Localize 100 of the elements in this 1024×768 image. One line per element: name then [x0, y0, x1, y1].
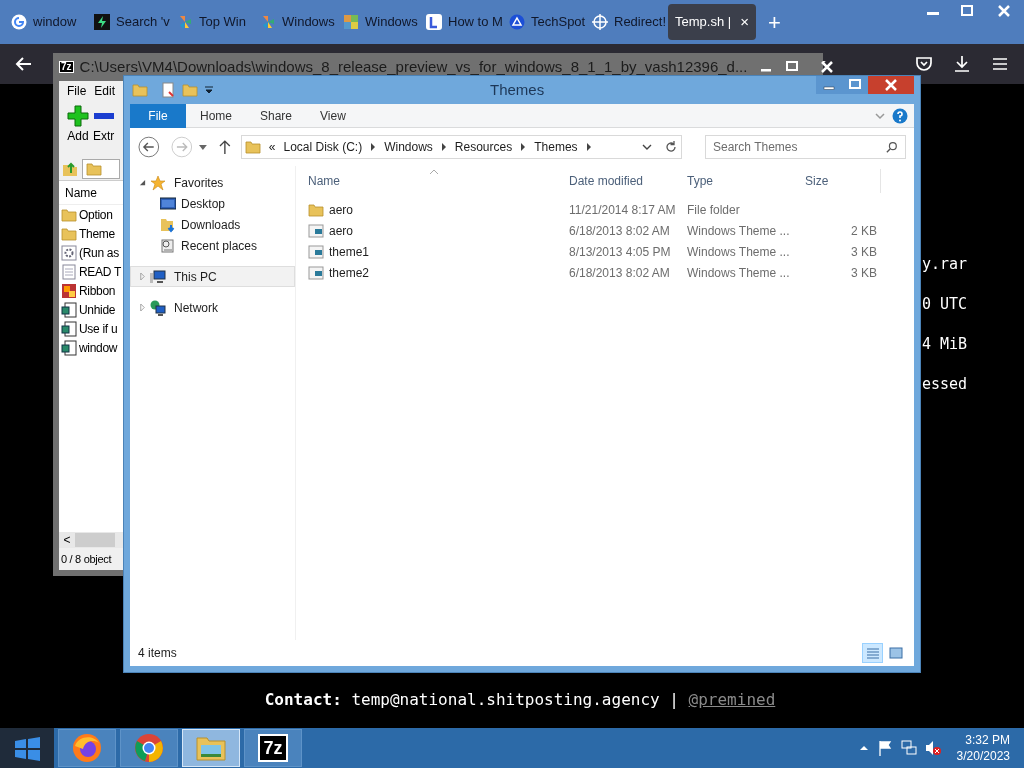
address-bar[interactable]: « Local Disk (C:) Windows Resources Themes [240, 135, 682, 159]
date-cell-text: 11/21/2014 8:17 AM [568, 201, 677, 219]
help-icon[interactable] [892, 107, 908, 124]
expanded-arrow-icon[interactable] [139, 179, 146, 186]
properties-icon[interactable] [160, 82, 176, 98]
search-field[interactable]: Search Themes [705, 135, 906, 159]
pocket-icon[interactable] [914, 54, 934, 74]
type-cell-text: Windows Theme ... [686, 243, 791, 261]
nav-item[interactable]: Network [130, 297, 295, 318]
breadcrumb-item[interactable]: Themes [534, 138, 578, 156]
ribbon-tab[interactable]: Share [246, 103, 307, 128]
file-row[interactable]: aero 6/18/2013 8:02 AM Windows Theme ... 2 KB [304, 220, 914, 241]
terminal-text: 4 MiB [922, 334, 968, 355]
archive-entry[interactable]: Option [59, 205, 123, 224]
folder-icon [308, 201, 324, 218]
tab-title: window [33, 13, 77, 32]
nav-item[interactable]: Downloads [130, 214, 295, 235]
dropdown-icon[interactable] [642, 142, 652, 152]
column-header[interactable]: Name [304, 169, 565, 193]
nav-item[interactable]: Recent places [130, 235, 295, 256]
recent-locations-icon[interactable] [198, 142, 209, 152]
browser-tab[interactable]: Windows [336, 4, 419, 40]
date-cell-text: 8/13/2013 4:05 PM [568, 243, 672, 261]
path-field[interactable] [82, 158, 120, 179]
file-row[interactable]: theme1 8/13/2013 4:05 PM Windows Theme ... 3 KB [304, 241, 914, 262]
menu-item[interactable]: File [67, 82, 87, 100]
browser-tab[interactable]: How to M [419, 4, 502, 40]
show-hidden-icons-icon[interactable] [858, 743, 869, 753]
toolbar-button[interactable]: Extr [93, 105, 115, 157]
browser-tab[interactable]: window [4, 4, 87, 40]
taskbar-button[interactable] [120, 729, 178, 767]
taskbar-button[interactable]: 7z [244, 729, 302, 767]
folder-icon [61, 225, 77, 242]
file-row[interactable]: theme2 6/18/2013 8:02 AM Windows Theme ... 3 KB [304, 262, 914, 283]
column-header[interactable]: Date modified [565, 169, 683, 193]
file-row[interactable]: aero 11/21/2014 8:17 AM File folder [304, 199, 914, 220]
chevron-icon[interactable] [585, 143, 592, 151]
type-cell-text: File folder [686, 201, 741, 219]
chevron-icon[interactable] [370, 143, 377, 151]
premined-link[interactable]: @premined [688, 690, 776, 709]
l-icon [426, 14, 442, 30]
archive-entry[interactable]: (Run as [59, 243, 123, 262]
browser-tab[interactable]: Redirect! [585, 4, 668, 40]
archive-entry[interactable]: Theme [59, 224, 123, 243]
pinwheel-icon [260, 14, 276, 30]
column-header[interactable]: Type [683, 169, 801, 193]
restore-icon[interactable] [842, 76, 868, 94]
crosshair-icon [592, 14, 608, 30]
browser-tab[interactable]: Temp.sh | × [668, 4, 756, 40]
tab-title: Windows [282, 13, 335, 32]
type-cell-text: Windows Theme ... [686, 222, 791, 240]
taskbar-button[interactable] [58, 729, 116, 767]
mosaic-icon [343, 14, 359, 30]
flag-icon[interactable] [876, 740, 893, 756]
7z-logo: 7z [59, 61, 74, 73]
browser-tab[interactable]: Windows [253, 4, 336, 40]
chevron-icon[interactable] [520, 143, 527, 151]
new-tab-button[interactable]: + [768, 5, 781, 39]
size-cell-text: 3 KB [850, 243, 878, 261]
chevron-icon[interactable] [440, 143, 447, 151]
recent-places-icon [160, 237, 176, 254]
breadcrumb-item[interactable]: Local Disk (C:) [283, 138, 363, 156]
type-cell-text: Windows Theme ... [686, 264, 791, 282]
status-text: 0 / 8 object [60, 551, 113, 567]
customize-dropdown-icon[interactable] [204, 85, 214, 95]
scrollbar-thumb[interactable] [75, 533, 115, 547]
up-arrow-icon[interactable] [218, 139, 232, 155]
browser-tab[interactable]: TechSpot [502, 4, 585, 40]
refresh-icon[interactable] [664, 140, 678, 154]
ribbon-tab[interactable]: File [130, 103, 186, 128]
theme-file-icon [308, 243, 324, 260]
start-button[interactable] [0, 728, 54, 768]
computer-icon [150, 268, 166, 285]
download-icon[interactable] [952, 54, 972, 74]
browser-tab[interactable]: Search 'v [87, 4, 170, 40]
ribbon-tab[interactable]: View [306, 103, 360, 128]
star-icon [150, 174, 166, 191]
breadcrumb-overflow[interactable]: « [268, 138, 276, 156]
toolbar-button[interactable]: Add [67, 105, 89, 157]
column-header[interactable]: Size [801, 169, 881, 193]
browser-tab[interactable]: Top Win [170, 4, 253, 40]
up-folder-icon[interactable] [62, 160, 78, 177]
breadcrumb-item[interactable]: Windows [384, 138, 433, 156]
nav-item[interactable]: Favorites [130, 172, 295, 193]
new-folder-icon [182, 82, 198, 98]
close-tab-button[interactable]: × [740, 10, 749, 34]
archive-entry[interactable]: window [59, 338, 123, 357]
desktop-icon [160, 195, 176, 212]
nav-item[interactable]: This PC [130, 266, 295, 287]
speaker-muted-icon[interactable] [924, 740, 941, 756]
search-icon [886, 141, 898, 153]
archive-entry[interactable]: READ T [59, 262, 123, 281]
archive-entry[interactable]: Unhide [59, 300, 123, 319]
breadcrumb-item[interactable]: Resources [454, 138, 513, 156]
menu-item[interactable]: Edit [94, 82, 116, 100]
nav-item[interactable]: Desktop [130, 193, 295, 214]
archive-entry[interactable]: Use if u [59, 319, 123, 338]
network-icon[interactable] [900, 740, 917, 756]
archive-entry[interactable]: Ribbon [59, 281, 123, 300]
ribbon-tab[interactable]: Home [186, 103, 246, 128]
